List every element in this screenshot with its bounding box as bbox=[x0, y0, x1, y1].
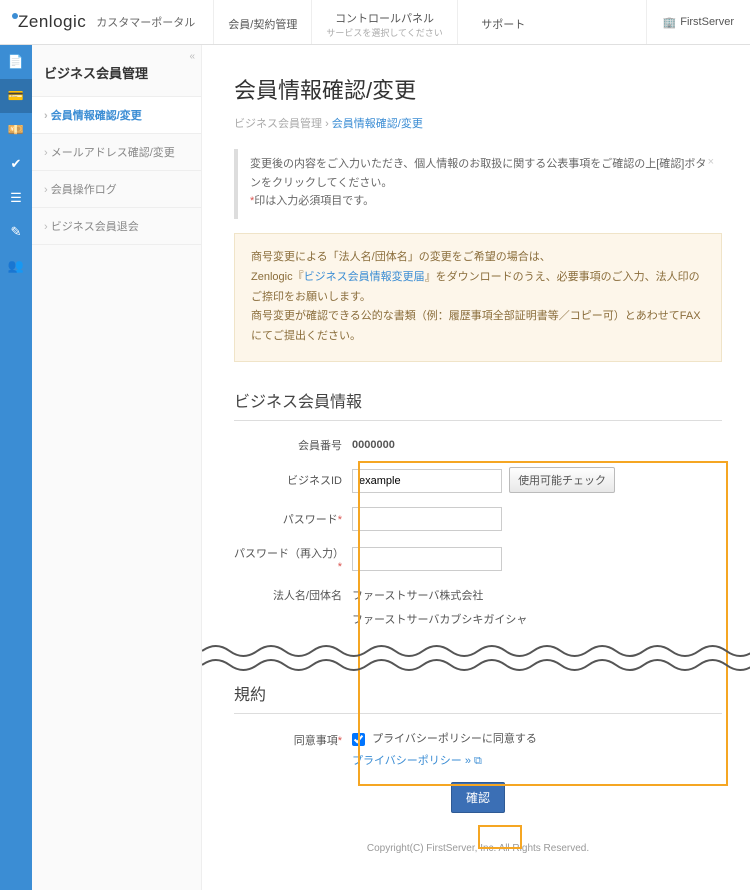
corp-value: ファーストサーバ株式会社 ファーストサーバカブシキガイシャ bbox=[352, 587, 722, 627]
sidebar-item-member-info[interactable]: 会員情報確認/変更 bbox=[32, 96, 201, 133]
corp-label: 法人名/団体名 bbox=[234, 587, 352, 603]
password-input[interactable] bbox=[352, 507, 502, 531]
nav-user[interactable]: 🏢 FirstServer bbox=[646, 0, 750, 44]
sidebar-item-mail[interactable]: メールアドレス確認/変更 bbox=[32, 133, 201, 170]
building-icon: 🏢 bbox=[663, 16, 677, 29]
agree-label: 同意事項* bbox=[234, 730, 352, 748]
member-no-label: 会員番号 bbox=[234, 437, 352, 453]
breadcrumb: ビジネス会員管理 › 会員情報確認/変更 bbox=[234, 115, 722, 131]
nav-members[interactable]: 会員/契約管理 bbox=[213, 0, 311, 44]
rail-payment-icon[interactable]: 💴 bbox=[0, 113, 32, 147]
rail-list-icon[interactable]: ☰ bbox=[0, 181, 32, 215]
notice-line2: *印は入力必須項目です。 bbox=[250, 192, 710, 211]
rail-users-icon[interactable]: 👥 bbox=[0, 249, 32, 283]
info-line3: 商号変更が確認できる公的な書類（例：履歴事項全部証明書等／コピー可）とあわせてF… bbox=[251, 307, 705, 347]
topbar: Zenlogic カスタマーポータル 会員/契約管理 コントロールパネルサービス… bbox=[0, 0, 750, 45]
external-icon: ⧉ bbox=[474, 755, 482, 767]
topnav: 会員/契約管理 コントロールパネルサービスを選択してください サポート bbox=[213, 0, 549, 44]
nav-controlpanel[interactable]: コントロールパネルサービスを選択してください bbox=[311, 0, 456, 44]
icon-rail: 📄 💳 💴 ✔ ☰ ✎ 👥 bbox=[0, 45, 32, 890]
confirm-button[interactable]: 確認 bbox=[451, 782, 505, 813]
section-member-info: ビジネス会員情報 bbox=[234, 388, 722, 421]
bizid-input[interactable] bbox=[352, 469, 502, 493]
page-title: 会員情報確認/変更 bbox=[234, 73, 722, 105]
brand: Zenlogic カスタマーポータル bbox=[0, 0, 207, 44]
sidebar-item-withdraw[interactable]: ビジネス会員退会 bbox=[32, 207, 201, 245]
bizid-label: ビジネスID bbox=[234, 472, 352, 488]
notice-box: × 変更後の内容をご入力いただき、個人情報のお取扱に関する公表事項をご確認の上[… bbox=[234, 149, 722, 219]
content-truncation-wave bbox=[202, 641, 750, 675]
sidebar-item-log[interactable]: 会員操作ログ bbox=[32, 170, 201, 207]
agree-checkbox-label[interactable]: プライバシーポリシーに同意する bbox=[352, 733, 537, 745]
brand-subtitle: カスタマーポータル bbox=[96, 14, 195, 30]
check-availability-button[interactable]: 使用可能チェック bbox=[509, 467, 615, 493]
main: 会員情報確認/変更 ビジネス会員管理 › 会員情報確認/変更 × 変更後の内容を… bbox=[202, 45, 750, 890]
notice-line1: 変更後の内容をご入力いただき、個人情報のお取扱に関する公表事項をご確認の上[確認… bbox=[250, 155, 710, 192]
sidebar-title: ビジネス会員管理 bbox=[32, 45, 201, 96]
rail-doc-icon[interactable]: 📄 bbox=[0, 45, 32, 79]
rail-card-icon[interactable]: 💳 bbox=[0, 79, 32, 113]
nav-support[interactable]: サポート bbox=[457, 0, 549, 44]
info-box: 商号変更による「法人名/団体名」の変更をご希望の場合は、 Zenlogic『ビジ… bbox=[234, 233, 722, 362]
privacy-policy-link[interactable]: プライバシーポリシー » ⧉ bbox=[352, 752, 482, 768]
agree-checkbox[interactable] bbox=[352, 733, 365, 746]
member-form: 会員番号 0000000 ビジネスID 使用可能チェック パスワード* パスワー… bbox=[234, 437, 722, 813]
close-icon[interactable]: × bbox=[708, 153, 714, 172]
password-label: パスワード* bbox=[234, 511, 352, 527]
rail-pencil-icon[interactable]: ✎ bbox=[0, 215, 32, 249]
info-line2: Zenlogic『ビジネス会員情報変更届』をダウンロードのうえ、必要事項のご入力… bbox=[251, 268, 705, 308]
password2-input[interactable] bbox=[352, 547, 502, 571]
info-line1: 商号変更による「法人名/団体名」の変更をご希望の場合は、 bbox=[251, 248, 705, 268]
rail-check-icon[interactable]: ✔ bbox=[0, 147, 32, 181]
footer-copyright: Copyright(C) FirstServer, Inc. All Right… bbox=[234, 813, 722, 870]
brand-logo: Zenlogic bbox=[12, 12, 86, 32]
section-terms: 規約 bbox=[234, 681, 722, 714]
sidebar-collapse-icon[interactable]: « bbox=[189, 51, 195, 62]
download-form-link[interactable]: ビジネス会員情報変更届 bbox=[304, 271, 425, 283]
password2-label: パスワード（再入力）* bbox=[234, 545, 352, 573]
member-no-value: 0000000 bbox=[352, 439, 722, 451]
sidebar: « ビジネス会員管理 会員情報確認/変更 メールアドレス確認/変更 会員操作ログ… bbox=[32, 45, 202, 890]
